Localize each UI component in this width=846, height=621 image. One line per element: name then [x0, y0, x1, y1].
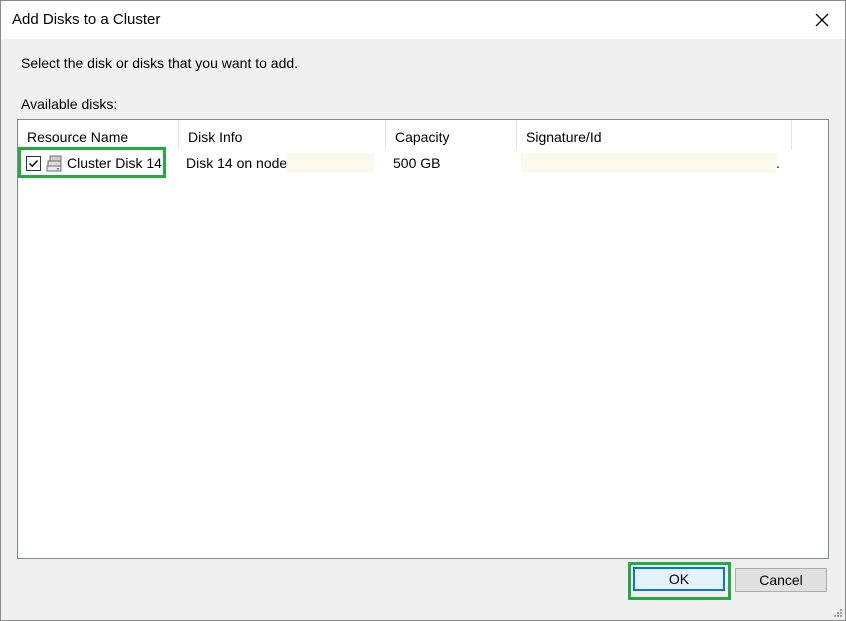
redacted-signature	[521, 153, 777, 173]
column-header-resource-name[interactable]: Resource Name	[18, 120, 179, 150]
ok-highlight-box	[628, 562, 731, 600]
instruction-text: Select the disk or disks that you want t…	[21, 55, 299, 71]
title-bar[interactable]: Add Disks to a Cluster	[1, 1, 845, 39]
close-button[interactable]	[799, 1, 845, 39]
close-icon	[815, 13, 829, 27]
capacity-text: 500 GB	[393, 155, 441, 171]
list-header: Resource Name Disk Info Capacity Signatu…	[18, 120, 828, 150]
disk-info-text: Disk 14 on node	[186, 155, 288, 171]
available-disks-list[interactable]: Resource Name Disk Info Capacity Signatu…	[17, 119, 829, 559]
column-header-capacity[interactable]: Capacity	[386, 120, 517, 150]
available-disks-label: Available disks:	[21, 96, 118, 112]
redacted-node-name	[286, 153, 374, 173]
window-title: Add Disks to a Cluster	[12, 11, 161, 28]
cancel-button[interactable]: Cancel	[735, 568, 827, 592]
column-header-signature[interactable]: Signature/Id	[517, 120, 792, 150]
dialog-window: Add Disks to a Cluster Select the disk o…	[0, 0, 846, 621]
signature-text: .	[776, 155, 780, 171]
column-header-disk-info[interactable]: Disk Info	[179, 120, 386, 150]
resource-highlight-box	[18, 147, 166, 178]
resize-grip-icon[interactable]	[831, 606, 843, 618]
